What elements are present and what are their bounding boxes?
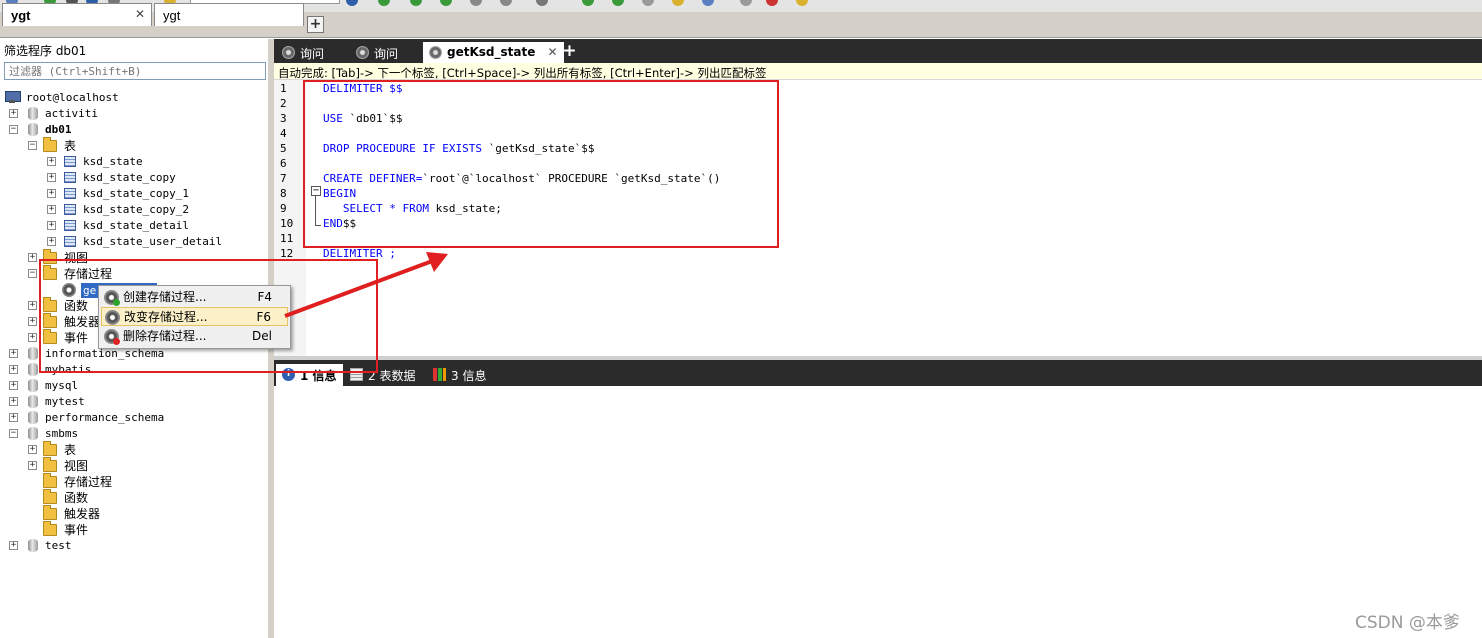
annotation-arrow bbox=[284, 252, 448, 318]
annotation-arrow-shaft bbox=[284, 258, 436, 318]
watermark: CSDN @本爹 bbox=[1355, 613, 1460, 633]
